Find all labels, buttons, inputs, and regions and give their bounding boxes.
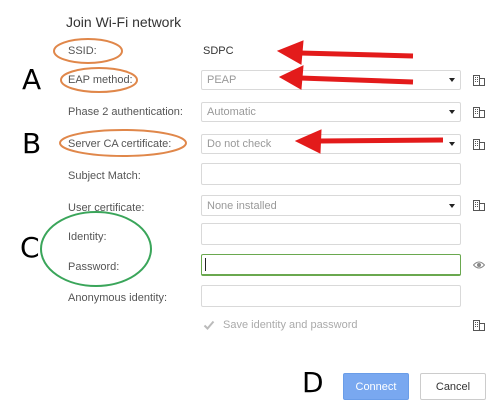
- dropdown-caret-icon: [449, 203, 455, 208]
- text-cursor: [205, 258, 206, 271]
- phase2-auth-label: Phase 2 authentication:: [68, 106, 183, 118]
- user-cert-label: User certificate:: [68, 202, 145, 214]
- join-wifi-dialog: Join Wi-Fi network SSID: SDPC EAP method…: [0, 0, 498, 400]
- building-policy-icon: [473, 139, 485, 150]
- annotation-letter-b: B: [22, 127, 42, 160]
- building-policy-icon: [473, 320, 485, 331]
- anon-identity-input[interactable]: [201, 285, 461, 307]
- annotation-letter-a: A: [22, 63, 42, 96]
- dropdown-caret-icon: [449, 110, 455, 114]
- dropdown-caret-icon: [449, 78, 455, 82]
- eap-method-select[interactable]: PEAP: [201, 70, 461, 90]
- server-ca-select[interactable]: Do not check: [201, 134, 461, 154]
- annotation-letter-c: C: [20, 231, 40, 264]
- checkmark-icon[interactable]: [203, 319, 215, 331]
- dialog-title: Join Wi-Fi network: [66, 14, 182, 30]
- identity-password-circle: [40, 211, 152, 287]
- server-ca-label: Server CA certificate:: [68, 138, 172, 150]
- dropdown-caret-icon: [449, 142, 455, 146]
- password-input[interactable]: [201, 254, 461, 276]
- identity-label: Identity:: [68, 231, 107, 243]
- password-label: Password:: [68, 261, 120, 273]
- building-policy-icon: [473, 107, 485, 118]
- subject-match-label: Subject Match:: [68, 170, 141, 182]
- building-policy-icon: [473, 200, 485, 211]
- user-cert-value: None installed: [207, 199, 277, 212]
- server-ca-value: Do not check: [207, 138, 272, 150]
- ssid-arrow: [276, 40, 414, 65]
- eap-method-value: PEAP: [207, 74, 237, 86]
- anon-identity-label: Anonymous identity:: [68, 292, 168, 304]
- save-identity-row[interactable]: Save identity and password: [203, 319, 358, 331]
- building-policy-icon: [473, 75, 485, 86]
- cancel-button[interactable]: Cancel: [420, 373, 486, 400]
- connect-button[interactable]: Connect: [343, 373, 409, 400]
- ssid-value: SDPC: [203, 45, 234, 57]
- user-cert-select[interactable]: None installed: [201, 195, 461, 216]
- phase2-auth-select[interactable]: Automatic: [201, 102, 461, 122]
- ssid-label: SSID:: [68, 45, 97, 57]
- save-identity-label: Save identity and password: [223, 319, 358, 331]
- phase2-auth-value: Automatic: [207, 106, 256, 118]
- identity-input[interactable]: [201, 223, 461, 245]
- eap-method-label: EAP method:: [68, 74, 133, 86]
- show-password-eye-icon[interactable]: [473, 260, 485, 270]
- annotation-letter-d: D: [302, 366, 324, 399]
- subject-match-input[interactable]: [201, 163, 461, 185]
